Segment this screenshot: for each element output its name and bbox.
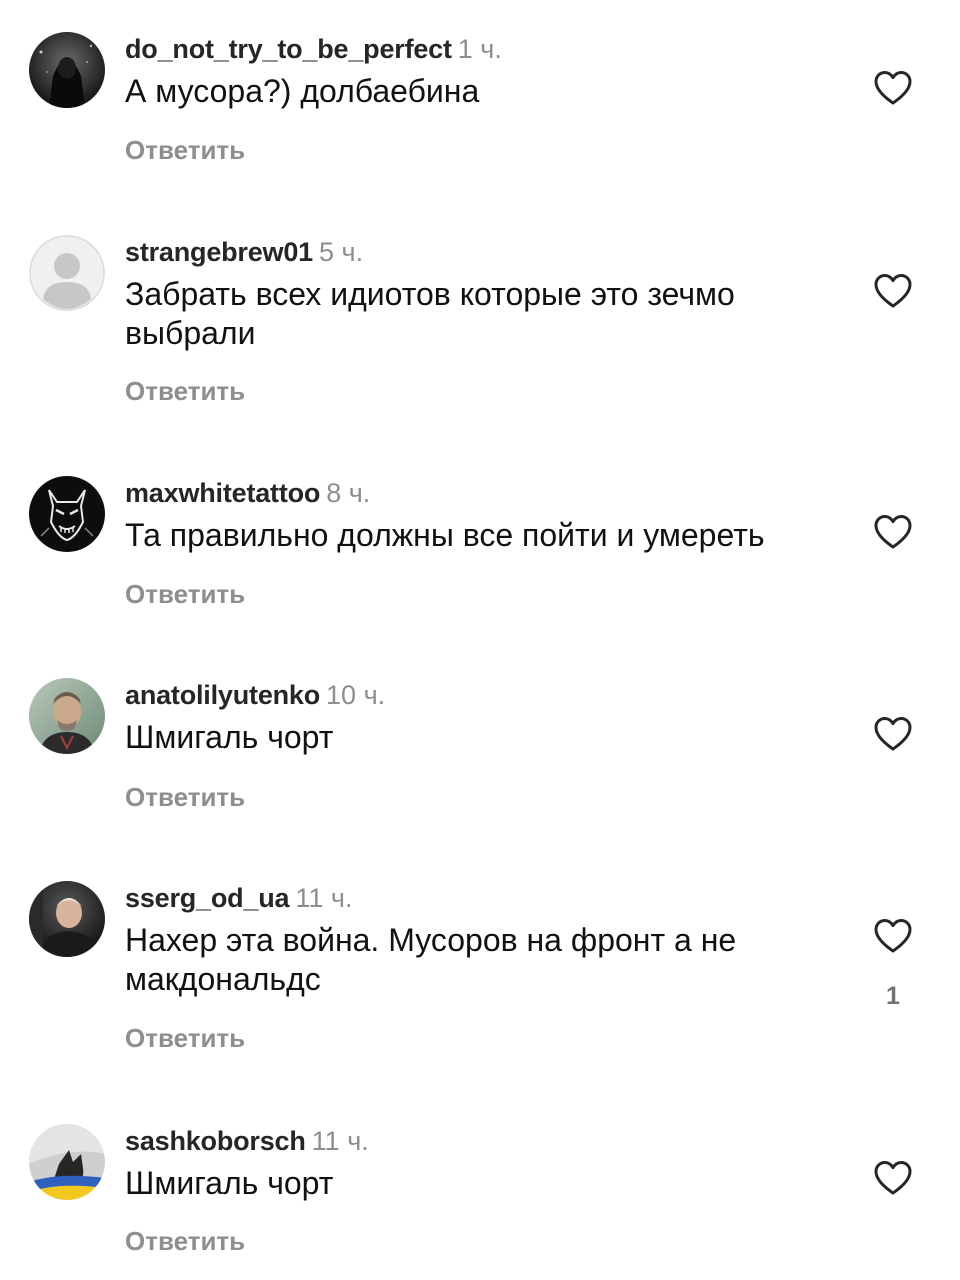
reply-button[interactable]: Ответить xyxy=(125,1225,245,1257)
comment-text: А мусора?) долбаебина xyxy=(125,73,480,109)
comment-text: Шмигаль чорт xyxy=(125,719,334,755)
man-photo-avatar xyxy=(29,881,105,957)
avatar[interactable] xyxy=(29,32,105,108)
avatar[interactable] xyxy=(29,678,105,754)
heart-icon xyxy=(874,1161,912,1195)
reply-button[interactable]: Ответить xyxy=(125,134,245,166)
dark-hooded-figure-avatar xyxy=(29,32,105,108)
comment-text: Шмигаль чорт xyxy=(125,1165,334,1201)
avatar[interactable] xyxy=(29,881,105,957)
like-button[interactable] xyxy=(873,1160,913,1196)
like-button[interactable] xyxy=(873,918,913,954)
comment-header: do_not_try_to_be_perfect 1 ч. xyxy=(125,32,502,66)
like-button[interactable] xyxy=(873,273,913,309)
username[interactable]: anatolilyutenko xyxy=(125,680,320,710)
portrait-painting-avatar xyxy=(29,678,105,754)
oni-mask-avatar xyxy=(29,476,105,552)
cat-with-flag-avatar xyxy=(29,1124,105,1200)
like-button[interactable] xyxy=(873,716,913,752)
username[interactable]: do_not_try_to_be_perfect xyxy=(125,34,452,64)
timestamp: 5 ч. xyxy=(318,237,364,267)
avatar[interactable] xyxy=(29,476,105,552)
default-person-avatar xyxy=(29,235,105,311)
comment-text: Нахер эта война. Мусоров на фронт а не м… xyxy=(125,922,737,997)
username[interactable]: strangebrew01 xyxy=(125,237,313,267)
heart-icon xyxy=(874,71,912,105)
reply-button[interactable]: Ответить xyxy=(125,375,245,407)
comment-text: Забрать всех идиотов которые это зечмо в… xyxy=(125,276,735,351)
like-button[interactable] xyxy=(873,514,913,550)
like-count: 1 xyxy=(886,982,900,1010)
timestamp: 11 ч. xyxy=(311,1126,369,1156)
like-button[interactable] xyxy=(873,70,913,106)
reply-button[interactable]: Ответить xyxy=(125,578,245,610)
timestamp: 10 ч. xyxy=(326,680,386,710)
heart-icon xyxy=(874,919,912,953)
username[interactable]: maxwhitetattoo xyxy=(125,478,320,508)
reply-button[interactable]: Ответить xyxy=(125,781,245,813)
reply-button[interactable]: Ответить xyxy=(125,1022,245,1054)
heart-icon xyxy=(874,515,912,549)
username[interactable]: sashkoborsch xyxy=(125,1126,306,1156)
timestamp: 11 ч. xyxy=(295,883,353,913)
avatar[interactable] xyxy=(29,1124,105,1200)
username[interactable]: sserg_od_ua xyxy=(125,883,290,913)
comment-header: strangebrew01 5 ч. xyxy=(125,235,363,269)
avatar[interactable] xyxy=(29,235,105,311)
comment-text: Та правильно должны все пойти и умереть xyxy=(125,517,765,553)
comment-header: maxwhitetattoo 8 ч. xyxy=(125,476,370,510)
heart-icon xyxy=(874,274,912,308)
timestamp: 8 ч. xyxy=(326,478,371,508)
timestamp: 1 ч. xyxy=(457,34,502,64)
comment-header: anatolilyutenko 10 ч. xyxy=(125,678,385,712)
comment-header: sserg_od_ua 11 ч. xyxy=(125,881,352,915)
comment-header: sashkoborsch 11 ч. xyxy=(125,1124,369,1158)
heart-icon xyxy=(874,717,912,751)
